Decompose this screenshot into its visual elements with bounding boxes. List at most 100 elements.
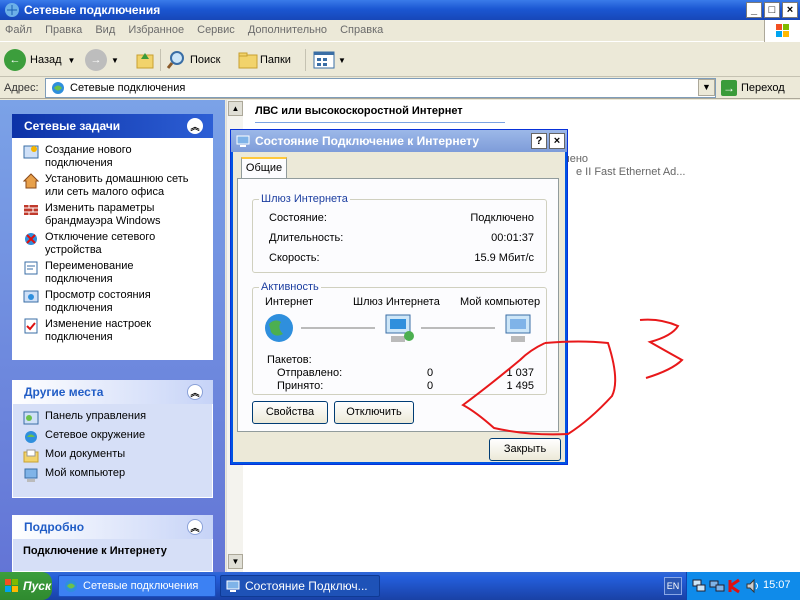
menu-favorites[interactable]: Избранное [123,20,189,36]
window-title: Сетевые подключения [24,3,161,17]
network-activity-tray-icon[interactable] [709,578,725,594]
collapse-chevron-icon[interactable]: ︽ [187,519,203,535]
search-button[interactable]: Поиск [166,48,220,72]
collapse-chevron-icon[interactable]: ︽ [187,118,203,134]
tab-general-body: Шлюз Интернета Состояние: Подключено Дли… [237,178,559,432]
folders-label: Папки [260,54,291,66]
duration-label: Длительность: [269,232,344,244]
node-computer-label: Мой компьютер [460,296,541,308]
window-titlebar[interactable]: Сетевые подключения _ □ × [0,0,800,20]
received-count-left: 0 [427,380,434,392]
antivirus-k-icon[interactable] [727,578,743,594]
my-documents-icon [23,449,39,463]
view-status-icon [23,290,39,303]
task-rename[interactable]: Переименование подключения [23,260,202,286]
place-control-panel[interactable]: Панель управления [23,410,202,426]
taskbar-item-network-connections[interactable]: Сетевые подключения [58,575,216,597]
received-label: Принято: [277,380,324,392]
search-icon [166,51,184,69]
network-tasks-header[interactable]: Сетевые задачи ︽ [12,114,213,138]
task-firewall[interactable]: Изменить параметры брандмауэра Windows [23,202,202,228]
start-button[interactable]: Пуск [0,572,52,600]
duration-value: 00:01:37 [491,232,534,244]
tab-general[interactable]: Общие [241,157,287,179]
network-neighborhood-icon [25,431,37,443]
received-count-right: 1 495 [506,380,534,392]
network-folder-icon [5,3,19,17]
task-change-settings[interactable]: Изменение настроек подключения [23,318,202,344]
other-places-panel: Другие места ︽ Панель управления Сетевое… [12,380,213,498]
help-button[interactable]: ? [531,133,547,149]
link-line-2 [421,327,495,329]
taskbar-item-connection-status[interactable]: Состояние Подключ... [220,575,380,597]
place-my-documents[interactable]: Мои документы [23,448,202,464]
task-view-status[interactable]: Просмотр состояния подключения [23,289,202,315]
toolbar: ← Назад ▼ → ▼ Поиск Папки ▼ [0,43,800,77]
views-button[interactable]: ▼ [312,48,346,72]
other-places-title: Другие места [24,385,104,399]
disable-device-icon [25,233,37,245]
dialog-close-x-button[interactable]: × [549,133,565,149]
sent-label: Отправлено: [277,367,343,379]
menu-tools[interactable]: Сервис [192,20,240,36]
forward-button[interactable]: → ▼ [85,48,119,72]
menu-edit[interactable]: Правка [40,20,87,36]
address-label: Адрес: [4,82,39,94]
network-tray-icon[interactable] [691,578,707,594]
node-gateway-label: Шлюз Интернета [353,296,440,308]
status-value: Подключено [470,212,534,224]
group-divider [255,122,505,123]
rename-icon [24,261,38,275]
network-tasks-title: Сетевые задачи [24,119,121,133]
back-label: Назад [30,54,62,66]
go-arrow-icon: → [721,80,737,96]
network-icon [236,135,250,147]
menu-advanced[interactable]: Дополнительно [243,20,332,36]
address-dropdown-button[interactable]: ▼ [698,79,715,96]
address-bar: Адрес: Сетевые подключения ▼ → Переход [0,77,800,99]
maximize-button[interactable]: □ [764,2,780,18]
home-network-icon [23,173,39,189]
details-name: Подключение к Интернету [23,545,167,557]
node-internet-label: Интернет [265,296,313,308]
task-home-network[interactable]: Установить домашнюю сеть или сеть малого… [23,173,202,199]
group-header: ЛВС или высокоскоростной Интернет [255,105,463,117]
properties-button[interactable]: Свойства [252,401,328,424]
network-icon [226,580,240,592]
other-places-header[interactable]: Другие места ︽ [12,380,213,404]
menu-help[interactable]: Справка [335,20,388,36]
task-disable-device[interactable]: Отключение сетевого устройства [23,231,202,257]
up-folder-button[interactable] [134,48,156,72]
collapse-chevron-icon[interactable]: ︽ [187,384,203,400]
scroll-down-arrow-icon[interactable]: ▼ [228,554,243,569]
place-my-computer[interactable]: Мой компьютер [23,467,202,483]
my-computer-icon [505,314,531,342]
task-pane: Сетевые задачи ︽ Создание нового подключ… [0,100,225,572]
menu-view[interactable]: Вид [90,20,120,36]
go-button[interactable]: → Переход [721,78,799,98]
language-indicator[interactable]: EN [664,577,682,595]
place-network-neighborhood[interactable]: Сетевое окружение [23,429,202,445]
volume-speaker-icon[interactable] [745,578,761,594]
dialog-titlebar[interactable]: Состояние Подключение к Интернету [231,130,567,152]
disconnect-button[interactable]: Отключить [334,401,414,424]
details-header[interactable]: Подробно ︽ [12,515,213,539]
folders-button[interactable]: Папки [236,48,291,72]
minimize-button[interactable]: _ [746,2,762,18]
back-button[interactable]: ← Назад ▼ [4,48,75,72]
sent-count-right: 1 037 [506,367,534,379]
menu-file[interactable]: Файл [0,20,37,36]
address-input[interactable]: Сетевые подключения [45,78,716,98]
settings-check-icon [24,318,38,334]
network-folder-icon [65,580,77,592]
clock[interactable]: 15:07 [763,579,791,591]
close-button[interactable]: × [782,2,798,18]
scroll-up-arrow-icon[interactable]: ▲ [228,101,243,116]
dialog-title: Состояние Подключение к Интернету [255,134,479,148]
task-create-connection[interactable]: Создание нового подключения [23,144,202,170]
go-label: Переход [741,82,785,94]
activity-group: Активность Интернет Шлюз Интернета Мой к… [252,281,547,395]
gateway-group-title: Шлюз Интернета [259,193,350,205]
close-dialog-button[interactable]: Закрыть [489,438,561,461]
activity-group-title: Активность [259,281,321,293]
